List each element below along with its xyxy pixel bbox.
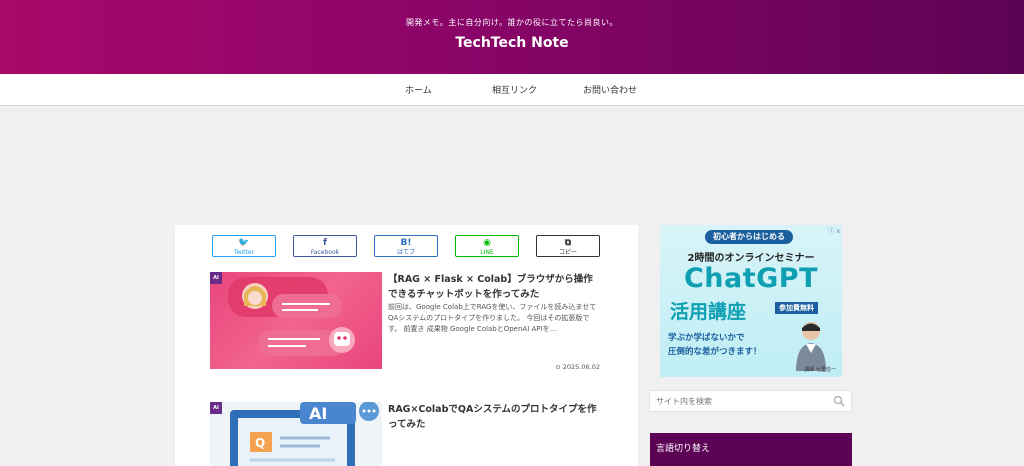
- article-thumbnail[interactable]: AI Q AI: [210, 402, 382, 466]
- ad-chatgpt-text: ChatGPT: [683, 263, 819, 294]
- ad-course-text: 活用講座: [670, 301, 747, 323]
- qa-illustration-icon: AI Q: [230, 402, 379, 466]
- article-card[interactable]: AI Q AI RAG×ColabでQAシステムのプロトタイプを作ってみた: [210, 402, 600, 466]
- global-nav: ホーム 相互リンク お問い合わせ: [0, 74, 1024, 106]
- article-list: 🐦 Twitter f Facebook B! はてブ ◉ LINE ⧉ コピー: [175, 225, 638, 466]
- share-twitter-label: Twitter: [233, 249, 255, 256]
- line-icon: ◉: [483, 238, 491, 248]
- ad-subtext-2: 圧倒的な差がつきます！: [668, 347, 762, 357]
- site-search: [649, 390, 852, 412]
- share-line-button[interactable]: ◉ LINE: [455, 235, 519, 257]
- thumb-q-text: Q: [255, 436, 265, 450]
- ai-badge: AI: [210, 272, 222, 284]
- site-title[interactable]: TechTech Note: [0, 35, 1024, 51]
- site-tagline: 開発メモ。主に自分向け。誰かの役に立てたら尚良い。: [405, 18, 619, 27]
- share-facebook-button[interactable]: f Facebook: [293, 235, 357, 257]
- article-card[interactable]: AI 【RAG × Flask × Colab】ブラウザから操作できるチャットボ…: [210, 272, 600, 372]
- copy-icon: ⧉: [564, 238, 572, 248]
- language-switch-title: 言語切り替え: [656, 444, 711, 454]
- chatbot-illustration-icon: [228, 277, 355, 356]
- nav-item-mutual-links[interactable]: 相互リンク: [492, 83, 537, 96]
- share-facebook-label: Facebook: [310, 249, 340, 256]
- twitter-icon: 🐦: [238, 238, 250, 248]
- ad-subtext-1: 学ぶか学ばないかで: [668, 333, 745, 343]
- nav-item-home[interactable]: ホーム: [405, 83, 432, 96]
- share-copy-button[interactable]: ⧉ コピー: [536, 235, 600, 257]
- share-line-label: LINE: [480, 249, 494, 256]
- ai-badge: AI: [210, 402, 222, 414]
- share-twitter-button[interactable]: 🐦 Twitter: [212, 235, 276, 257]
- nav-item-contact[interactable]: お問い合わせ: [583, 83, 637, 96]
- language-switch-widget: 言語切り替え: [650, 433, 852, 466]
- article-title[interactable]: 【RAG × Flask × Colab】ブラウザから操作できるチャットボットを…: [388, 272, 600, 302]
- search-icon[interactable]: [833, 395, 845, 407]
- ad-lecturer-name: 講師 七里信一: [804, 367, 836, 373]
- hatena-icon: B!: [400, 238, 412, 248]
- ad-free-badge: 参加費無料: [775, 302, 818, 314]
- share-copy-label: コピー: [558, 249, 577, 256]
- share-hatena-label: はてブ: [396, 249, 415, 256]
- article-title[interactable]: RAG×ColabでQAシステムのプロトタイプを作ってみた: [388, 402, 600, 432]
- ad-info-icon[interactable]: ⓘ ⅹ: [829, 226, 840, 235]
- article-excerpt: 前回は、Google Colab上でRAGを使い、ファイルを読み込ませてQAシス…: [388, 303, 597, 333]
- ad-pill-text: 初心者からはじめる: [705, 230, 793, 244]
- search-input[interactable]: [650, 391, 842, 411]
- facebook-icon: f: [323, 238, 327, 248]
- lecturer-photo-icon: [796, 322, 826, 371]
- ad-headline: 2時間のオンラインセミナー: [687, 253, 815, 264]
- share-hatena-button[interactable]: B! はてブ: [374, 235, 438, 257]
- article-thumbnail[interactable]: AI: [210, 272, 382, 369]
- thumb-ai-text: AI: [309, 404, 327, 423]
- article-date: ⊙ 2025.06.02: [555, 363, 600, 371]
- ad-banner[interactable]: ⓘ ⅹ 初心者からはじめる 2時間のオンラインセミナー ChatGPT 活用講座…: [660, 225, 842, 377]
- site-header: 開発メモ。主に自分向け。誰かの役に立てたら尚良い。 TechTech Note: [0, 0, 1024, 74]
